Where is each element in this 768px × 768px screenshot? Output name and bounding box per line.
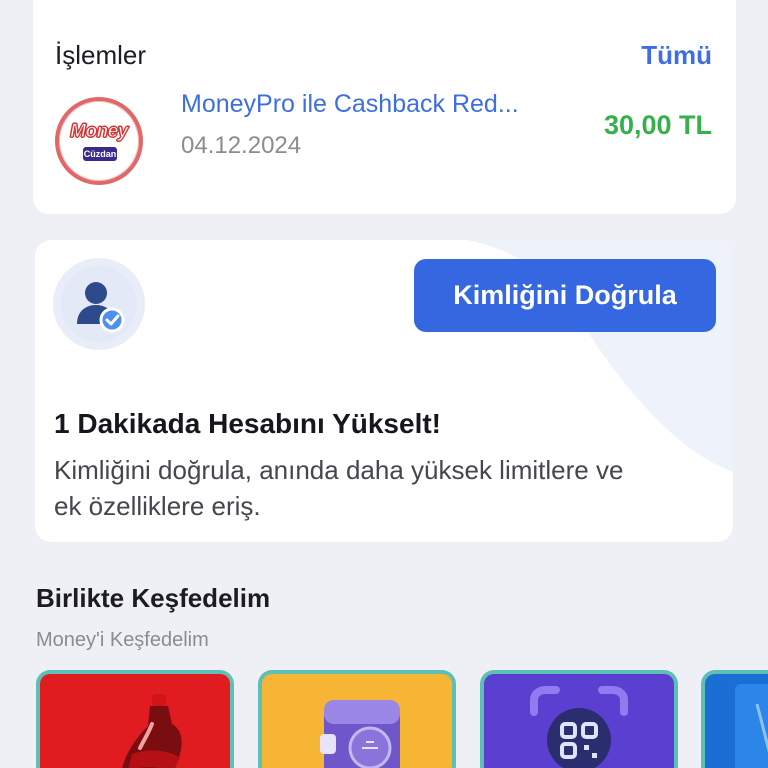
transaction-date: 04.12.2024	[181, 132, 302, 159]
cola-bottle-icon	[122, 694, 182, 768]
transactions-card: İşlemler Tümü Money Cüzdan MoneyPro ile …	[33, 0, 736, 214]
explore-title: Birlikte Keşfedelim	[36, 583, 271, 613]
explore-subtitle: Money'i Keşfedelim	[36, 629, 209, 651]
verify-description: Kimliğini doğrula, anında daha yüksek li…	[54, 455, 624, 521]
transactions-title: İşlemler	[55, 40, 147, 70]
transaction-row[interactable]: Money Cüzdan MoneyPro ile Cashback Red..…	[33, 90, 736, 190]
verify-title: 1 Dakikada Hesabını Yükselt!	[54, 408, 441, 439]
user-verified-icon	[53, 258, 145, 350]
explore-tile[interactable]	[480, 670, 678, 768]
transaction-amount: 30,00 TL	[603, 110, 712, 140]
explore-tile[interactable]	[258, 670, 456, 768]
see-all-link[interactable]: Tümü	[641, 40, 712, 71]
qr-scan-icon	[530, 686, 628, 768]
transaction-name: MoneyPro ile Cashback Red...	[181, 90, 519, 118]
verify-identity-card: Kimliğini Doğrula 1 Dakikada Hesabını Yü…	[35, 240, 733, 542]
explore-tile[interactable]	[701, 670, 768, 768]
wallet-icon	[320, 700, 400, 768]
explore-tile[interactable]	[36, 670, 234, 768]
card-icon	[735, 684, 768, 768]
verify-identity-button[interactable]: Kimliğini Doğrula	[414, 259, 716, 332]
logo-text: Money	[70, 121, 129, 143]
logo-subtext: Cüzdan	[83, 147, 117, 161]
merchant-logo: Money Cüzdan	[55, 97, 143, 185]
